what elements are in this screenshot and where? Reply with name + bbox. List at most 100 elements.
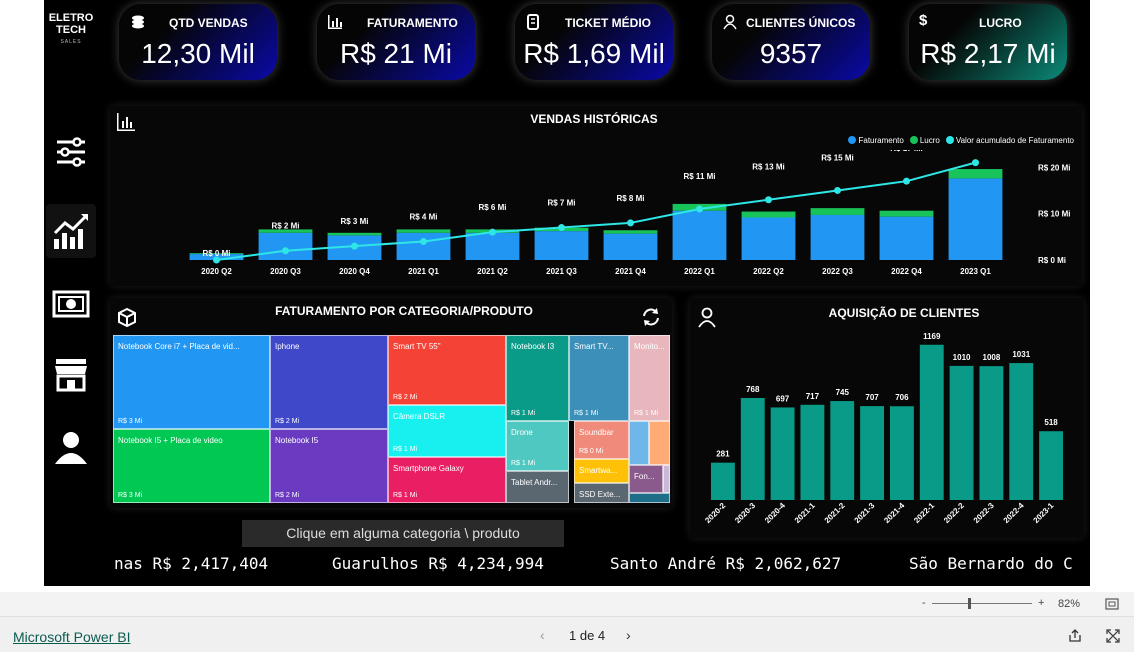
- lucro-bar[interactable]: [948, 169, 1003, 179]
- acumulado-point[interactable]: [765, 196, 772, 204]
- zoom-slider[interactable]: [932, 603, 1032, 604]
- treemap-cell-value: R$ 2 Mi: [275, 418, 300, 425]
- clientes-bar[interactable]: [919, 344, 944, 500]
- x-tick-label: 2020-2: [703, 501, 727, 525]
- legend-faturamento[interactable]: Faturamento: [848, 136, 904, 145]
- lucro-bar[interactable]: [810, 208, 865, 215]
- treemap-cell[interactable]: Câmera DSLR R$ 1 Mi: [388, 405, 506, 457]
- money-icon[interactable]: [51, 284, 91, 324]
- prev-page-icon[interactable]: ‹: [540, 627, 545, 643]
- acumulado-point[interactable]: [558, 224, 565, 232]
- clientes-bar[interactable]: [860, 406, 885, 500]
- acumulado-point[interactable]: [282, 247, 289, 255]
- lucro-bar[interactable]: [603, 230, 658, 234]
- acumulado-point[interactable]: [834, 186, 841, 194]
- faturamento-bar[interactable]: [948, 178, 1003, 260]
- faturamento-bar[interactable]: [534, 231, 589, 260]
- faturamento-bar[interactable]: [258, 232, 313, 260]
- coins-icon: [132, 15, 144, 29]
- acumulado-point[interactable]: [696, 205, 703, 213]
- acumulado-point[interactable]: [903, 177, 910, 185]
- treemap-cell[interactable]: Notebook I3 R$ 1 Mi: [506, 335, 569, 421]
- acumulado-point[interactable]: [489, 228, 496, 236]
- treemap-cell[interactable]: Iphone R$ 2 Mi: [270, 335, 388, 429]
- clientes-bar[interactable]: [830, 401, 855, 500]
- legend-lucro[interactable]: Lucro: [909, 136, 940, 145]
- treemap-cell[interactable]: Smartwa...: [574, 459, 629, 483]
- trend-chart-icon[interactable]: [46, 204, 96, 258]
- treemap-cell[interactable]: [629, 493, 670, 503]
- treemap-cell[interactable]: Smart TV 55" R$ 2 Mi: [388, 335, 506, 405]
- power-bi-link[interactable]: Microsoft Power BI: [13, 629, 130, 645]
- clientes-bar[interactable]: [949, 365, 974, 500]
- faturamento-bar[interactable]: [879, 216, 934, 260]
- clientes-bar[interactable]: [710, 462, 735, 500]
- treemap-cell[interactable]: Tablet Andr...: [506, 471, 569, 503]
- lucro-bar[interactable]: [327, 232, 382, 236]
- share-icon[interactable]: [1068, 629, 1082, 643]
- clientes-bar[interactable]: [740, 398, 765, 500]
- clientes-bar[interactable]: [889, 406, 914, 500]
- vendas-historicas-chart: 2020 Q2 2020 Q3 2020 Q4 2021 Q1 2021 Q2 2021 …: [189, 150, 1070, 276]
- lucro-bar[interactable]: [396, 229, 451, 233]
- acumulado-point[interactable]: [420, 237, 427, 245]
- zoom-level: 82%: [1058, 598, 1081, 610]
- treemap-cell[interactable]: [663, 465, 670, 493]
- treemap-cell-label: Câmera DSLR: [393, 412, 446, 421]
- x-tick-label: 2020-4: [763, 501, 787, 525]
- category-hint: Clique em alguma categoria \ produto: [242, 520, 564, 547]
- point-data-label: R$ 2 Mi: [271, 222, 299, 231]
- treemap-cell-value: R$ 1 Mi: [393, 492, 418, 499]
- zoom-slider-thumb[interactable]: [968, 598, 971, 609]
- treemap-cell[interactable]: Notebook I5 R$ 2 Mi: [270, 429, 388, 503]
- next-page-icon[interactable]: ›: [626, 627, 631, 643]
- bar-data-label: 717: [806, 392, 820, 401]
- x-tick-label: 2022 Q4: [891, 267, 922, 276]
- kpi-label: FATURAMENTO: [367, 16, 458, 30]
- faturamento-bar[interactable]: [603, 233, 658, 260]
- treemap-cell[interactable]: [629, 421, 649, 465]
- treemap-cell-value: R$ 1 Mi: [574, 410, 599, 417]
- fullscreen-icon[interactable]: [1106, 629, 1120, 643]
- acumulado-point[interactable]: [972, 159, 979, 167]
- faturamento-bar[interactable]: [465, 232, 520, 260]
- treemap-cell[interactable]: Smartphone Galaxy R$ 1 Mi: [388, 457, 506, 503]
- store-icon[interactable]: [51, 354, 91, 394]
- legend-label: Valor acumulado de Faturamento: [955, 136, 1074, 145]
- treemap-cell[interactable]: Drone R$ 1 Mi: [506, 421, 569, 471]
- zoom-out-button[interactable]: -: [922, 597, 926, 609]
- treemap-cell-value: R$ 3 Mi: [118, 492, 143, 499]
- y-tick-label: R$ 10 Mi: [1038, 210, 1070, 219]
- lucro-bar[interactable]: [879, 210, 934, 217]
- treemap-cell-label: Smart TV 55": [393, 342, 441, 351]
- treemap-cell[interactable]: Monito... R$ 1 Mi: [629, 335, 670, 421]
- acumulado-point[interactable]: [351, 242, 358, 250]
- zoom-in-button[interactable]: +: [1038, 597, 1044, 609]
- clientes-bar[interactable]: [1039, 431, 1064, 500]
- faturamento-bar[interactable]: [672, 210, 727, 260]
- fit-to-page-icon[interactable]: [1105, 598, 1119, 610]
- faturamento-bar[interactable]: [810, 214, 865, 260]
- user-icon[interactable]: [51, 428, 91, 468]
- faturamento-bar[interactable]: [741, 217, 796, 261]
- treemap-cell[interactable]: Smart TV... R$ 1 Mi: [569, 335, 629, 421]
- treemap-cell[interactable]: SSD Exte...: [574, 483, 629, 503]
- kpi-value: R$ 2,17 Mi: [920, 38, 1056, 69]
- clientes-bar[interactable]: [979, 366, 1004, 500]
- lucro-bar[interactable]: [741, 211, 796, 218]
- treemap-cell[interactable]: [649, 421, 670, 465]
- x-tick-label: 2020 Q3: [270, 267, 301, 276]
- filters-icon[interactable]: [51, 132, 91, 172]
- refresh-icon[interactable]: [640, 306, 662, 328]
- legend-acumulado[interactable]: Valor acumulado de Faturamento: [945, 136, 1074, 145]
- acumulado-point[interactable]: [627, 219, 634, 227]
- clientes-bar[interactable]: [770, 407, 795, 500]
- treemap-cell[interactable]: Notebook Core i7 + Placa de vid... R$ 3 M…: [113, 335, 270, 429]
- faturamento-bar[interactable]: [396, 232, 451, 260]
- treemap-cell[interactable]: Fon...: [629, 465, 663, 493]
- treemap-cell[interactable]: Notebook I5 + Placa de video R$ 3 Mi: [113, 429, 270, 503]
- clientes-bar[interactable]: [1009, 363, 1034, 500]
- treemap-cell[interactable]: Soundbar R$ 0 Mi: [574, 421, 629, 459]
- treemap-cell-label: Soundbar: [579, 428, 614, 437]
- clientes-bar[interactable]: [800, 404, 825, 500]
